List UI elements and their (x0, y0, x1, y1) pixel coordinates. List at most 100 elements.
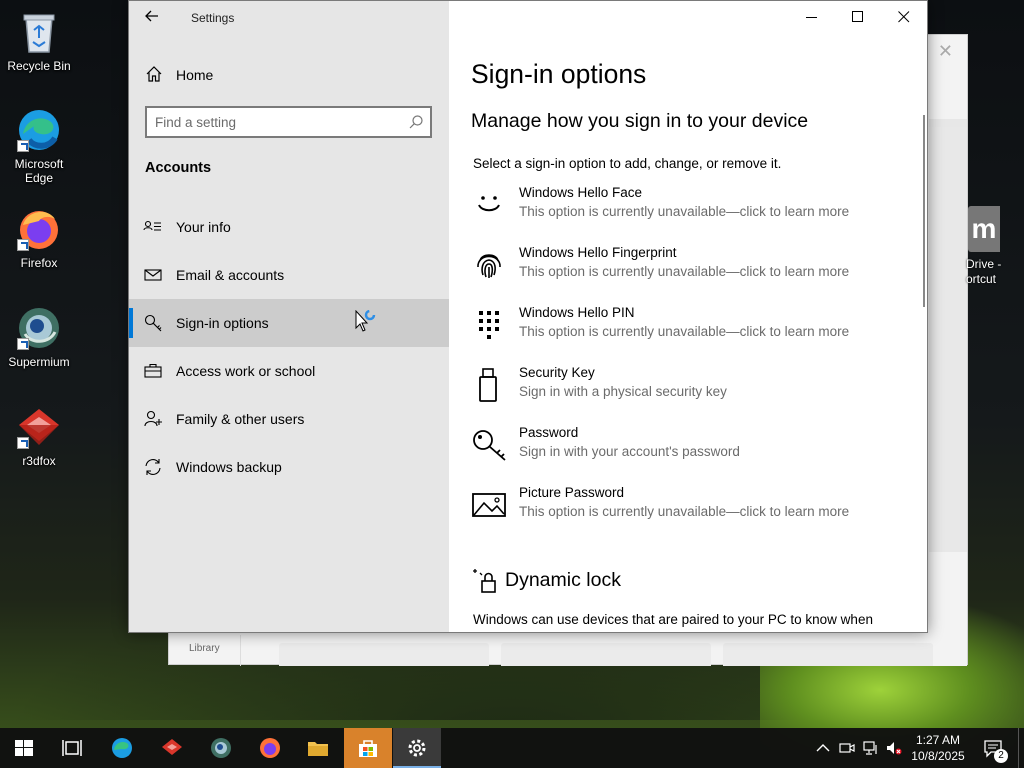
usb-key-icon (479, 368, 497, 402)
gear-icon (408, 739, 426, 757)
shortcut-arrow-icon (17, 239, 29, 251)
nav-item-your-info[interactable]: Your info (129, 203, 449, 251)
background-card[interactable] (279, 643, 489, 666)
search-icon[interactable] (408, 114, 424, 130)
desktop-icon-label: Firefox (20, 256, 58, 270)
section-header: Accounts (145, 160, 212, 176)
taskbar-microsoft-store[interactable] (344, 728, 392, 768)
nav-item-label: Email & accounts (176, 267, 285, 283)
r3dfox-icon (15, 403, 63, 451)
nav-item-windows-backup[interactable]: Windows backup (129, 443, 449, 491)
store-bag-icon (359, 740, 377, 757)
dynamic-lock-description: Windows can use devices that are paired … (473, 612, 873, 627)
nav-item-sign-in-options[interactable]: Sign-in options (129, 299, 449, 347)
taskbar-firefox[interactable] (246, 728, 294, 768)
nav-item-access-work-school[interactable]: Access work or school (129, 347, 449, 395)
taskbar-settings[interactable] (393, 728, 441, 768)
taskbar-clock[interactable]: 1:27 AM 10/8/2025 (906, 732, 970, 764)
desktop-icon-r3dfox[interactable]: r3dfox (4, 403, 74, 468)
action-center-button[interactable]: 2 (978, 728, 1012, 768)
home-nav-item[interactable]: Home (129, 57, 449, 93)
folder-icon (308, 742, 328, 756)
taskbar-file-explorer[interactable] (294, 728, 342, 768)
nav-item-email-accounts[interactable]: Email & accounts (129, 251, 449, 299)
task-view-icon (62, 740, 82, 756)
option-status: This option is currently unavailable—cli… (519, 324, 850, 339)
nav-item-label: Your info (176, 219, 231, 235)
scrollbar-thumb[interactable] (923, 115, 925, 307)
background-window-divider (929, 119, 967, 127)
option-name: Windows Hello Face (519, 185, 643, 200)
option-name: Windows Hello PIN (519, 305, 635, 320)
option-security-key[interactable]: Security Key Sign in with a physical sec… (471, 365, 911, 413)
desktop-icon-supermium[interactable]: Supermium (4, 304, 74, 369)
volume-muted-icon[interactable] (886, 740, 902, 756)
clock-time: 1:27 AM (915, 733, 961, 747)
settings-search-box[interactable] (145, 106, 432, 138)
maximize-button[interactable] (835, 1, 881, 33)
desktop-icon-label: Microsoft Edge (14, 157, 64, 185)
close-button[interactable] (881, 1, 927, 33)
nav-item-label: Windows backup (176, 459, 282, 475)
background-window-close-icon[interactable]: ✕ (938, 41, 953, 62)
nav-item-label: Sign-in options (176, 315, 269, 331)
desktop-icon-firefox[interactable]: Firefox (4, 205, 74, 270)
close-icon (898, 11, 910, 23)
task-view-button[interactable] (48, 728, 96, 768)
option-windows-hello-face[interactable]: Windows Hello Face This option is curren… (471, 185, 911, 233)
page-description: Select a sign-in option to add, change, … (473, 156, 782, 171)
option-name: Windows Hello Fingerprint (519, 245, 677, 260)
settings-content-pane: Sign-in options Manage how you sign in t… (449, 1, 927, 632)
settings-window: Settings Home Accounts Your info (128, 0, 928, 633)
meet-now-icon[interactable] (839, 740, 855, 756)
shortcut-arrow-icon (17, 140, 29, 152)
option-status: This option is currently unavailable—cli… (519, 204, 850, 219)
nav-item-family-other-users[interactable]: Family & other users (129, 395, 449, 443)
sync-icon (145, 459, 161, 475)
show-hidden-icons-chevron-icon[interactable] (815, 740, 831, 756)
background-card[interactable] (501, 643, 711, 666)
back-arrow-icon (145, 10, 158, 22)
search-input[interactable] (155, 113, 405, 131)
minimize-button[interactable] (789, 1, 835, 33)
desktop-icon-recycle-bin[interactable]: Recycle Bin (4, 8, 74, 73)
password-key-icon (473, 430, 506, 461)
background-window-panel (929, 127, 967, 552)
desktop-icon-edge[interactable]: Microsoft Edge (4, 106, 74, 185)
show-desktop-button[interactable] (1018, 728, 1024, 768)
option-windows-hello-fingerprint[interactable]: Windows Hello Fingerprint This option is… (471, 245, 911, 293)
mouse-cursor-busy-icon (355, 310, 376, 332)
app-title: Settings (191, 11, 235, 25)
taskbar-supermium[interactable] (197, 728, 245, 768)
library-nav-label[interactable]: Library (169, 635, 241, 666)
mail-icon (144, 269, 162, 281)
person-add-icon (144, 410, 162, 427)
maximize-icon (852, 11, 863, 22)
option-name: Picture Password (519, 485, 625, 500)
option-windows-hello-pin[interactable]: Windows Hello PIN This option is current… (471, 305, 911, 353)
taskbar-r3dfox[interactable] (148, 728, 196, 768)
minimize-icon (806, 17, 817, 18)
settings-nav-pane: Settings Home Accounts Your info (129, 1, 449, 632)
taskbar-edge[interactable] (98, 728, 146, 768)
option-name: Security Key (519, 365, 595, 380)
background-card[interactable] (723, 643, 933, 666)
partial-desktop-icon[interactable]: m (968, 206, 1000, 252)
key-icon (144, 314, 162, 332)
nav-item-label: Family & other users (176, 411, 305, 427)
option-password[interactable]: Password Sign in with your account's pas… (471, 425, 911, 473)
desktop-icon-label: Supermium (8, 355, 70, 369)
network-icon[interactable] (863, 740, 879, 756)
window-caption-buttons (789, 1, 927, 33)
option-name: Password (519, 425, 579, 440)
dynamic-lock-icon (473, 569, 496, 593)
person-card-icon (143, 220, 161, 231)
start-button[interactable] (0, 728, 48, 768)
option-picture-password[interactable]: Picture Password This option is currentl… (471, 485, 911, 533)
back-button[interactable] (141, 7, 163, 29)
pin-keypad-icon (479, 311, 499, 339)
edge-icon (112, 738, 132, 758)
option-status: Sign in with a physical security key (519, 384, 727, 399)
home-label: Home (176, 67, 214, 83)
face-icon (478, 196, 500, 212)
